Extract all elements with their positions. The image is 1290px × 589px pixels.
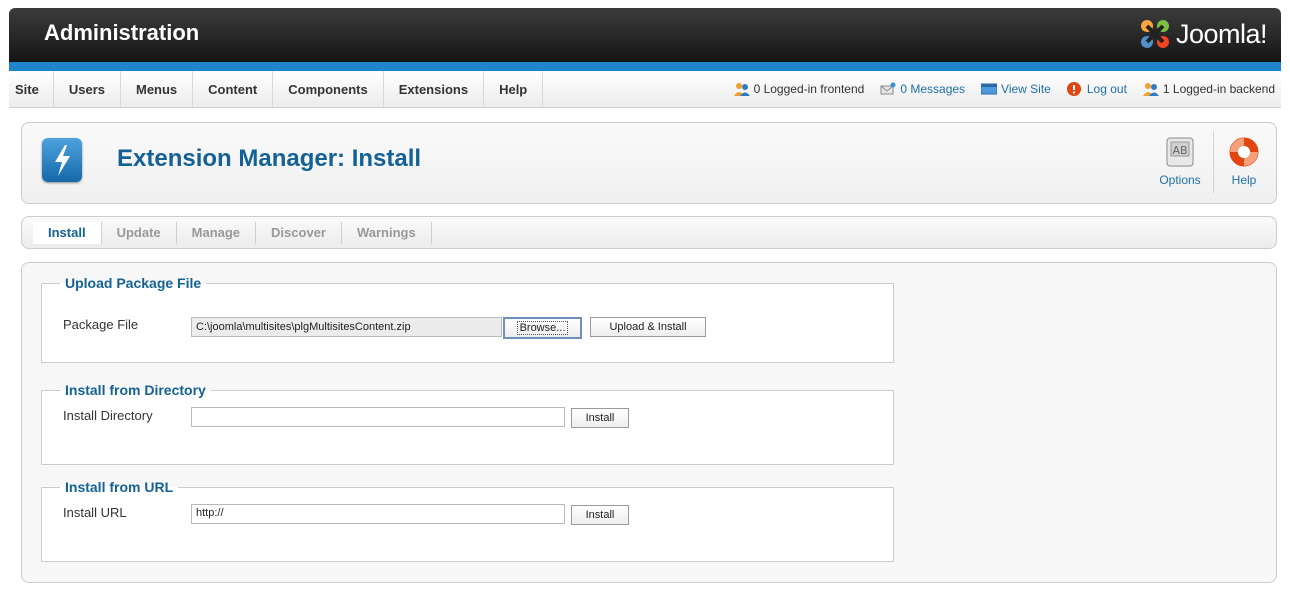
toolbar-box: Extension Manager: Install AB Options He… (21, 122, 1277, 204)
menu-components[interactable]: Components (273, 71, 384, 107)
options-button[interactable]: AB Options (1155, 135, 1205, 187)
install-directory-input[interactable] (191, 407, 565, 427)
status-messages: 0 Messages (880, 82, 965, 96)
view-site-icon (981, 83, 998, 95)
users-icon (1142, 83, 1159, 96)
install-directory-fieldset: Install from Directory Install Directory… (41, 382, 894, 465)
lifebuoy-help-icon (1229, 137, 1259, 167)
help-label: Help (1231, 173, 1257, 187)
toolbar-divider (1213, 131, 1214, 193)
options-label: Options (1159, 173, 1201, 187)
extension-manager-icon (42, 138, 82, 182)
browse-button[interactable]: Browse... (503, 317, 582, 339)
view-site-link[interactable]: View Site (981, 82, 1051, 96)
status-messages-label: 0 Messages (900, 82, 966, 96)
tab-manage[interactable]: Manage (177, 222, 257, 244)
help-button[interactable]: Help (1222, 135, 1266, 187)
install-url-input[interactable]: http:// (191, 504, 565, 524)
install-directory-button[interactable]: Install (571, 408, 629, 428)
submenu: Install Update Manage Discover Warnings (21, 216, 1277, 249)
admin-page: Administration Joomla! Site Users Menus … (9, 8, 1281, 589)
menu-menus[interactable]: Menus (121, 71, 194, 107)
status-backend: 1 Logged-in backend (1142, 82, 1275, 96)
messages-icon (880, 82, 896, 95)
install-url-legend: Install from URL (65, 479, 174, 495)
admin-header: Administration Joomla! (9, 8, 1281, 62)
status-frontend: 0 Logged-in frontend (733, 82, 865, 96)
install-url-fieldset: Install from URL Install URL http:// Ins… (41, 479, 894, 562)
submenu-list: Install Update Manage Discover Warnings (33, 222, 432, 244)
tab-warnings[interactable]: Warnings (342, 222, 432, 244)
options-icon: AB (1166, 137, 1194, 167)
tab-install[interactable]: Install (33, 222, 102, 244)
header-strip (9, 62, 1281, 71)
logout-label: Log out (1086, 82, 1127, 96)
joomla-logo-icon (1140, 20, 1169, 48)
tab-discover[interactable]: Discover (256, 222, 342, 244)
browse-label: Browse... (516, 321, 569, 335)
menu-help[interactable]: Help (484, 71, 544, 107)
upload-package-fieldset: Upload Package File Package File C:\joom… (41, 275, 894, 363)
menu-users[interactable]: Users (54, 71, 121, 107)
package-file-input[interactable]: C:\joomla\multisites\plgMultisitesConten… (191, 317, 502, 337)
status-backend-label: 1 Logged-in backend (1162, 82, 1275, 96)
menu-extensions[interactable]: Extensions (384, 71, 485, 107)
logout-link[interactable]: Log out (1066, 82, 1127, 96)
package-file-label: Package File (63, 317, 139, 332)
tab-update[interactable]: Update (102, 222, 177, 244)
svg-text:AB: AB (1172, 144, 1187, 157)
page-title: Extension Manager: Install (117, 145, 422, 172)
install-directory-label: Install Directory (63, 408, 153, 423)
install-url-button[interactable]: Install (571, 505, 629, 525)
upload-install-button[interactable]: Upload & Install (590, 317, 706, 337)
logout-icon (1066, 82, 1081, 96)
users-icon (733, 83, 750, 96)
menu-content[interactable]: Content (193, 71, 274, 107)
header-title: Administration (44, 20, 200, 45)
status-bar: 0 Logged-in frontend 0 Messages View Sit… (718, 71, 1281, 107)
upload-package-legend: Upload Package File (65, 275, 202, 291)
main-menu: Site Users Menus Content Components Exte… (9, 71, 544, 107)
install-url-label: Install URL (63, 505, 127, 520)
joomla-logo: Joomla! (1138, 16, 1268, 52)
status-frontend-label: 0 Logged-in frontend (753, 82, 865, 96)
install-directory-legend: Install from Directory (65, 382, 206, 398)
menu-site[interactable]: Site (9, 71, 54, 107)
view-site-label: View Site (1001, 82, 1051, 96)
content-box: Upload Package File Package File C:\joom… (21, 262, 1277, 583)
main-menubar: Site Users Menus Content Components Exte… (9, 71, 1281, 108)
joomla-logo-text: Joomla! (1175, 18, 1268, 49)
